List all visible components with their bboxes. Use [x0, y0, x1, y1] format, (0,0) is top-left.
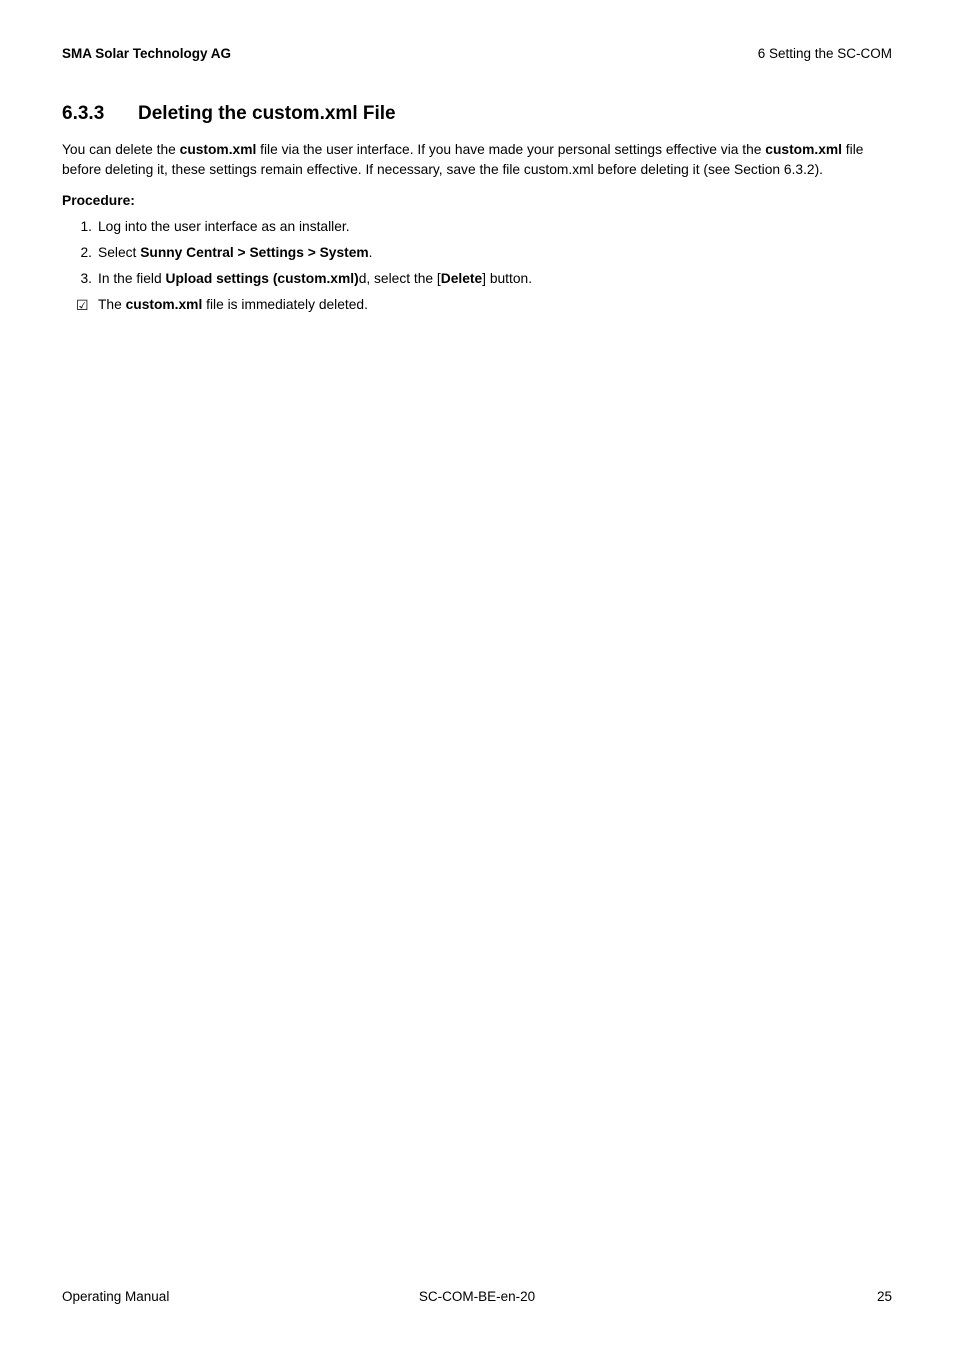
step-3-text-2: d, select the [ [359, 271, 441, 286]
result-text-1: The [98, 297, 126, 312]
intro-text-2: file via the user interface. If you have… [256, 142, 765, 157]
section-number: 6.3.3 [62, 103, 138, 125]
footer-doc-type: Operating Manual [62, 1289, 339, 1304]
header-company: SMA Solar Technology AG [62, 46, 231, 61]
step-2-text-2: . [369, 245, 373, 260]
step-3-content: In the field Upload settings (custom.xml… [98, 269, 892, 289]
footer-page-number: 25 [615, 1289, 892, 1304]
intro-paragraph: You can delete the custom.xml file via t… [62, 140, 892, 180]
intro-bold-1: custom.xml [180, 142, 257, 157]
step-3-bold-1: Upload settings (custom.xml) [166, 271, 359, 286]
step-2-content: Select Sunny Central > Settings > System… [98, 243, 892, 263]
procedure-label: Procedure: [62, 193, 892, 208]
list-marker: 3. [76, 269, 98, 289]
step-2-text-1: Select [98, 245, 140, 260]
section-heading: 6.3.3 Deleting the custom.xml File [62, 103, 892, 125]
list-marker: 2. [76, 243, 98, 263]
page-footer: Operating Manual SC-COM-BE-en-20 25 [62, 1289, 892, 1304]
intro-bold-2: custom.xml [765, 142, 842, 157]
step-3-bold-2: Delete [441, 271, 482, 286]
page-header: SMA Solar Technology AG 6 Setting the SC… [62, 46, 892, 61]
result-content: The custom.xml file is immediately delet… [98, 295, 892, 315]
intro-text-1: You can delete the [62, 142, 180, 157]
check-icon: ☑ [76, 295, 98, 315]
procedure-list: 1. Log into the user interface as an ins… [62, 217, 892, 315]
list-item: 1. Log into the user interface as an ins… [76, 217, 892, 237]
footer-doc-id: SC-COM-BE-en-20 [339, 1289, 616, 1304]
result-bold-1: custom.xml [126, 297, 203, 312]
step-3-text-1: In the field [98, 271, 166, 286]
result-text-2: file is immediately deleted. [202, 297, 368, 312]
step-1-text: Log into the user interface as an instal… [98, 217, 892, 237]
section-title: Deleting the custom.xml File [138, 103, 396, 125]
step-2-bold-1: Sunny Central > Settings > System [140, 245, 368, 260]
list-item: 3. In the field Upload settings (custom.… [76, 269, 892, 289]
list-marker: 1. [76, 217, 98, 237]
header-section: 6 Setting the SC-COM [758, 46, 892, 61]
list-item: ☑ The custom.xml file is immediately del… [76, 295, 892, 315]
step-3-text-3: ] button. [482, 271, 532, 286]
list-item: 2. Select Sunny Central > Settings > Sys… [76, 243, 892, 263]
